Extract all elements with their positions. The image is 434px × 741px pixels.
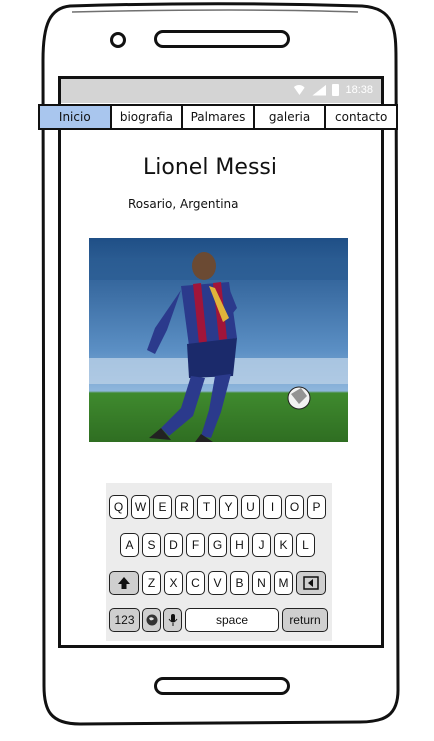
birthplace-text: Rosario, Argentina xyxy=(128,197,239,211)
battery-icon xyxy=(332,84,340,96)
backspace-icon xyxy=(303,576,319,590)
on-screen-keyboard: Q W E R T Y U I O P A S D F G H J K L Z … xyxy=(106,483,332,641)
key-z[interactable]: Z xyxy=(142,571,161,595)
key-u[interactable]: U xyxy=(241,495,260,519)
key-s[interactable]: S xyxy=(142,533,161,557)
tab-palmares[interactable]: Palmares xyxy=(183,106,255,128)
status-bar: 18:38 xyxy=(61,79,381,103)
key-h[interactable]: H xyxy=(230,533,249,557)
key-l[interactable]: L xyxy=(296,533,315,557)
camera-icon xyxy=(110,32,126,48)
tab-inicio[interactable]: Inicio xyxy=(40,106,112,128)
player-photo xyxy=(89,238,348,442)
signal-icon xyxy=(312,84,327,96)
backspace-key[interactable] xyxy=(296,571,326,595)
tab-contacto[interactable]: contacto xyxy=(326,106,396,128)
tab-galeria[interactable]: galeria xyxy=(255,106,327,128)
shift-key[interactable] xyxy=(109,571,139,595)
globe-icon xyxy=(146,614,157,626)
key-i[interactable]: I xyxy=(263,495,282,519)
home-button[interactable] xyxy=(154,677,290,695)
key-f[interactable]: F xyxy=(186,533,205,557)
nav-tabs: Inicio biografia Palmares galeria contac… xyxy=(38,104,398,130)
globe-key[interactable] xyxy=(142,608,161,632)
key-n[interactable]: N xyxy=(252,571,271,595)
key-p[interactable]: P xyxy=(307,495,326,519)
key-q[interactable]: Q xyxy=(109,495,128,519)
key-t[interactable]: T xyxy=(197,495,216,519)
key-k[interactable]: K xyxy=(274,533,293,557)
key-b[interactable]: B xyxy=(230,571,249,595)
numbers-key[interactable]: 123 xyxy=(109,608,140,632)
microphone-icon xyxy=(168,614,177,626)
key-a[interactable]: A xyxy=(120,533,139,557)
speaker-grille xyxy=(154,30,290,48)
key-y[interactable]: Y xyxy=(219,495,238,519)
key-w[interactable]: W xyxy=(131,495,150,519)
key-x[interactable]: X xyxy=(164,571,183,595)
key-j[interactable]: J xyxy=(252,533,271,557)
key-e[interactable]: E xyxy=(153,495,172,519)
key-g[interactable]: G xyxy=(208,533,227,557)
space-key[interactable]: space xyxy=(185,608,279,632)
mic-key[interactable] xyxy=(163,608,182,632)
key-m[interactable]: M xyxy=(274,571,293,595)
return-key[interactable]: return xyxy=(282,608,328,632)
key-o[interactable]: O xyxy=(285,495,304,519)
shift-arrow-icon xyxy=(118,577,130,589)
key-c[interactable]: C xyxy=(186,571,205,595)
key-d[interactable]: D xyxy=(164,533,183,557)
wifi-icon xyxy=(292,85,307,95)
key-r[interactable]: R xyxy=(175,495,194,519)
tab-biografia[interactable]: biografia xyxy=(112,106,184,128)
status-time: 18:38 xyxy=(345,84,373,96)
page-title: Lionel Messi xyxy=(143,155,277,180)
key-v[interactable]: V xyxy=(208,571,227,595)
